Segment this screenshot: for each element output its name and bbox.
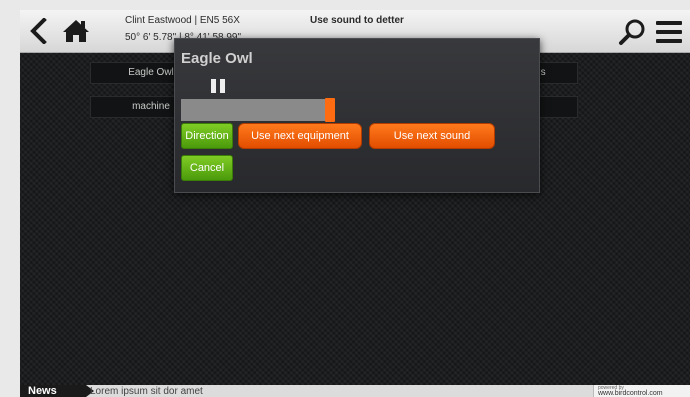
home-icon bbox=[63, 20, 89, 42]
pause-icon[interactable] bbox=[211, 79, 225, 93]
use-next-sound-button[interactable]: Use next sound bbox=[369, 123, 495, 149]
location-name: Clint Eastwood | EN5 56X bbox=[125, 15, 240, 26]
sound-button-label: machine bbox=[132, 101, 170, 112]
playback-progress-bar[interactable] bbox=[181, 98, 335, 122]
hamburger-menu-icon[interactable] bbox=[656, 21, 682, 43]
back-button[interactable] bbox=[28, 17, 50, 45]
cancel-button[interactable]: Cancel bbox=[181, 155, 233, 181]
news-text[interactable]: Lorem ipsum sit dor amet bbox=[90, 385, 203, 397]
direction-button[interactable]: Direction bbox=[181, 123, 233, 149]
powered-by-logo[interactable]: powered by www.birdcontrol.com bbox=[593, 385, 690, 397]
search-button[interactable] bbox=[618, 18, 646, 46]
use-next-equipment-button[interactable]: Use next equipment bbox=[238, 123, 362, 149]
menu-line bbox=[656, 30, 682, 34]
home-button[interactable] bbox=[62, 18, 90, 44]
dialog-title: Eagle Owl bbox=[181, 50, 253, 67]
search-icon bbox=[619, 19, 645, 45]
sound-dialog: Eagle Owl Direction Use next equipment U… bbox=[174, 38, 540, 193]
menu-line bbox=[656, 39, 682, 43]
sound-button-label: Eagle Owl bbox=[128, 67, 174, 78]
chevron-left-icon bbox=[30, 17, 47, 45]
powered-by-url: www.birdcontrol.com bbox=[598, 390, 663, 397]
page-title: Use sound to detter bbox=[310, 15, 404, 26]
menu-line bbox=[656, 21, 682, 25]
progress-fill bbox=[181, 99, 331, 121]
pause-bar bbox=[220, 79, 225, 93]
news-ticker: News Lorem ipsum sit dor amet powered by… bbox=[20, 385, 690, 397]
pause-bar bbox=[211, 79, 216, 93]
news-label: News bbox=[20, 385, 94, 397]
progress-handle[interactable] bbox=[325, 98, 335, 122]
